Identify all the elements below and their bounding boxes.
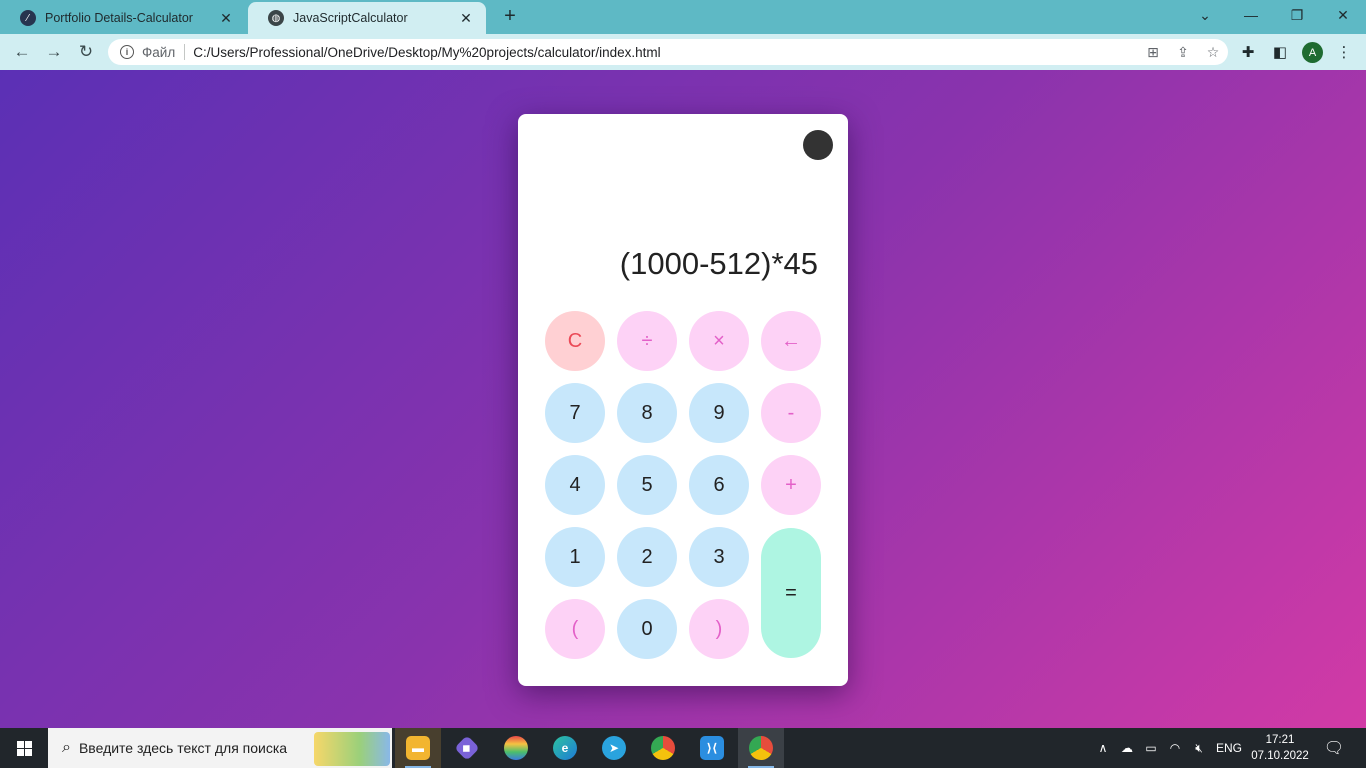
reload-icon[interactable]: ↻ — [74, 40, 98, 64]
clock[interactable]: 17:21 07.10.2022 — [1248, 732, 1312, 764]
show-hidden-icons-chevron[interactable]: ∧ — [1094, 728, 1112, 768]
extensions-icon[interactable]: ✚ — [1238, 42, 1258, 62]
battery-icon[interactable]: ▭ — [1140, 728, 1162, 768]
profile-avatar[interactable]: A — [1302, 42, 1323, 63]
minimize-button[interactable]: — — [1228, 0, 1274, 30]
clock-date: 07.10.2022 — [1251, 750, 1309, 762]
network-icon[interactable]: ◠ — [1164, 728, 1186, 768]
info-icon[interactable]: i — [120, 45, 134, 59]
close-tab-icon[interactable]: ✕ — [218, 10, 234, 27]
volume-muted-icon[interactable]: 🔇︎ — [1188, 728, 1210, 768]
key-9[interactable]: 9 — [689, 383, 749, 443]
chrome-profile-icon[interactable] — [738, 728, 784, 768]
key-6[interactable]: 6 — [689, 455, 749, 515]
calculator-card: (1000-512)*45 C ÷ × ← 7 8 9 - 4 5 6 + 1 … — [518, 114, 848, 686]
equals-button[interactable]: = — [761, 528, 821, 658]
chrome-icon[interactable] — [640, 728, 686, 768]
backspace-button[interactable]: ← — [761, 311, 821, 371]
start-button[interactable] — [0, 728, 48, 768]
tab-portfolio-details[interactable]: ⁄ Portfolio Details-Calculator ✕ — [0, 2, 246, 34]
search-icon: ⌕ — [62, 739, 71, 756]
browser-tab-bar: ⁄ Portfolio Details-Calculator ✕ ◍ JavaS… — [0, 0, 1366, 34]
clock-time: 17:21 — [1265, 734, 1295, 746]
close-paren-button[interactable]: ) — [689, 599, 749, 659]
key-2[interactable]: 2 — [617, 527, 677, 587]
theme-toggle-button[interactable] — [803, 130, 833, 160]
notifications-icon[interactable]: 🗨︎ — [1320, 728, 1348, 768]
translate-icon[interactable]: ⊞ — [1138, 44, 1168, 61]
close-tab-icon[interactable]: ✕ — [458, 10, 474, 27]
windows-logo-icon — [16, 740, 32, 756]
bookmark-star-icon[interactable]: ☆ — [1198, 44, 1228, 61]
site-icon: ⁄ — [20, 10, 36, 26]
taskbar: ⌕ Введите здесь текст для поиска ▬ ◆ e ➤… — [0, 728, 1366, 768]
multiply-button[interactable]: × — [689, 311, 749, 371]
edge-icon[interactable]: e — [542, 728, 588, 768]
address-url[interactable]: C:/Users/Professional/OneDrive/Desktop/M… — [193, 45, 1138, 60]
app-icon[interactable] — [493, 728, 539, 768]
tab-title: JavaScriptCalculator — [293, 11, 408, 25]
telegram-icon[interactable]: ➤ — [591, 728, 637, 768]
search-placeholder: Введите здесь текст для поиска — [78, 740, 288, 756]
page-background: (1000-512)*45 C ÷ × ← 7 8 9 - 4 5 6 + 1 … — [0, 70, 1366, 728]
tab-javascript-calculator[interactable]: ◍ JavaScriptCalculator ✕ — [248, 2, 486, 34]
menu-icon[interactable]: ⋮ — [1334, 42, 1354, 62]
forward-icon[interactable]: → — [42, 40, 66, 64]
address-scheme-label: Файл — [142, 44, 176, 60]
restore-button[interactable]: ❐ — [1274, 0, 1320, 30]
close-window-button[interactable]: ✕ — [1320, 0, 1366, 30]
clear-button[interactable]: C — [545, 311, 605, 371]
key-0[interactable]: 0 — [617, 599, 677, 659]
new-tab-button[interactable]: + — [500, 6, 520, 26]
side-panel-icon[interactable]: ◧ — [1270, 42, 1290, 62]
key-4[interactable]: 4 — [545, 455, 605, 515]
open-paren-button[interactable]: ( — [545, 599, 605, 659]
git-icon[interactable]: ◆ — [444, 728, 490, 768]
minus-button[interactable]: - — [761, 383, 821, 443]
share-icon[interactable]: ⇪ — [1168, 44, 1198, 61]
tab-search-icon[interactable]: ⌄ — [1182, 0, 1228, 30]
onedrive-icon[interactable]: ☁ — [1116, 728, 1138, 768]
file-explorer-icon[interactable]: ▬ — [395, 728, 441, 768]
back-icon[interactable]: ← — [10, 40, 34, 64]
address-separator — [184, 44, 186, 60]
taskbar-search-box[interactable]: ⌕ Введите здесь текст для поиска — [48, 728, 392, 768]
language-indicator[interactable]: ENG — [1212, 728, 1246, 768]
plus-button[interactable]: + — [761, 455, 821, 515]
tab-title: Portfolio Details-Calculator — [45, 11, 193, 25]
key-3[interactable]: 3 — [689, 527, 749, 587]
calculator-display: (1000-512)*45 — [619, 246, 818, 281]
divide-button[interactable]: ÷ — [617, 311, 677, 371]
search-highlight-image[interactable] — [314, 732, 390, 766]
key-7[interactable]: 7 — [545, 383, 605, 443]
key-8[interactable]: 8 — [617, 383, 677, 443]
globe-icon: ◍ — [268, 10, 284, 26]
browser-toolbar: ← → ↻ i Файл C:/Users/Professional/OneDr… — [0, 34, 1366, 70]
key-1[interactable]: 1 — [545, 527, 605, 587]
vscode-icon[interactable]: ⟩⟨ — [689, 728, 735, 768]
address-bar[interactable]: i Файл C:/Users/Professional/OneDrive/De… — [108, 39, 1228, 65]
key-5[interactable]: 5 — [617, 455, 677, 515]
